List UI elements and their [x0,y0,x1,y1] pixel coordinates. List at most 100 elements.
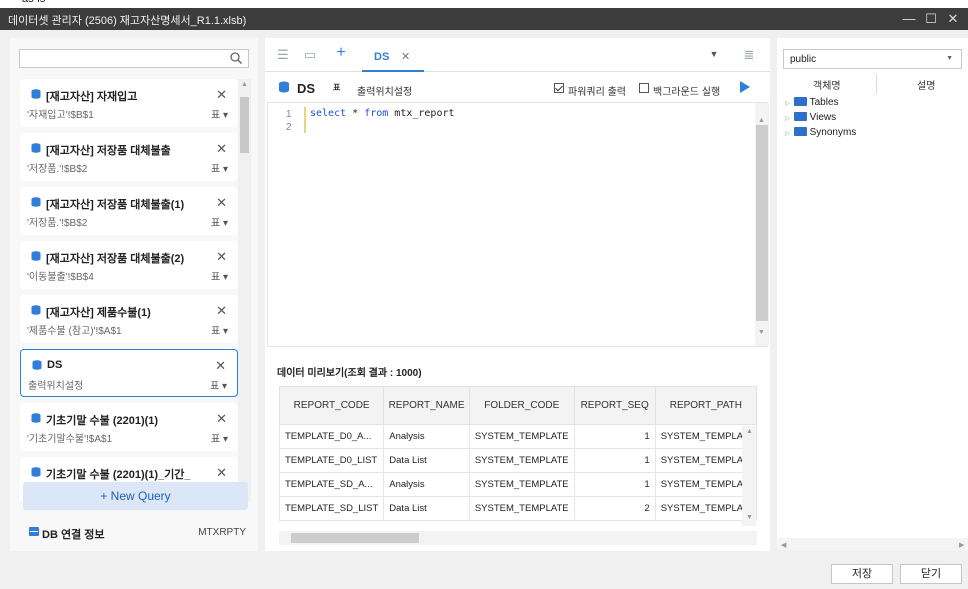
new-query-button[interactable]: + New Query [23,482,248,510]
grid-horizontal-scrollbar[interactable] [279,531,757,545]
query-item-type-dropdown[interactable]: 표 ▾ [211,214,228,229]
sql-keyword: from [364,108,389,119]
query-list-scrollbar[interactable]: ▲ ▼ [238,79,251,501]
scrollbar-thumb[interactable] [291,533,419,543]
table-cell[interactable]: TEMPLATE_SD_LIST [279,496,385,521]
scroll-left-icon[interactable]: ◀ [781,541,786,549]
close-button[interactable]: 닫기 [900,564,962,584]
query-search-input[interactable] [19,49,249,68]
table-cell[interactable]: TEMPLATE_SD_A... [279,472,385,497]
column-header[interactable]: FOLDER_CODE [468,386,575,425]
query-item-type-dropdown[interactable]: 표 ▾ [211,106,228,121]
query-item-type-dropdown[interactable]: 표 ▾ [211,268,228,283]
tree-item-synonyms[interactable]: ▷ Synonyms [785,127,856,138]
table-cell[interactable]: SYSTEM_TEMPLATE [468,472,575,497]
close-icon[interactable]: ✕ [216,411,227,427]
table-cell[interactable]: TEMPLATE_D0_A... [279,424,385,449]
scroll-up-icon[interactable]: ▲ [746,428,753,435]
table-cell[interactable]: Data List [383,496,470,521]
expand-icon[interactable]: ▷ [785,116,790,122]
table-cell[interactable]: SYSTEM_TEMPLATE [468,424,575,449]
query-item[interactable]: [재고자산] 저장품 대체불출(1) ✕ '저장품.'!$B$2 표 ▾ [20,187,238,235]
scrollbar-thumb[interactable] [756,125,768,321]
background-run-checkbox[interactable] [639,83,649,93]
query-item[interactable]: [재고자산] 저장품 대체불출(2) ✕ '이동불출'!$B$4 표 ▾ [20,241,238,289]
power-query-checkbox[interactable] [554,83,564,93]
tree-item-label: Tables [809,97,839,108]
tree-item-tables[interactable]: ▷ Tables [785,97,839,108]
minimize-icon[interactable]: — [900,10,918,28]
database-icon [31,467,41,477]
table-row[interactable]: TEMPLATE_D0_LIST Data List SYSTEM_TEMPLATE… [279,448,757,473]
table-cell[interactable]: SYSTEM_TEMPLATE [468,448,575,473]
search-icon [230,52,243,65]
save-button[interactable]: 저장 [831,564,893,584]
list-view-icon[interactable]: ≣ [741,47,757,63]
table-cell[interactable]: Data List [383,448,470,473]
table-cell[interactable]: 2 [573,496,656,521]
scroll-up-icon[interactable]: ▲ [241,81,248,88]
line-gutter: 1 2 [268,103,298,346]
table-cell[interactable]: 1 [573,424,656,449]
close-icon[interactable]: ✕ [216,303,227,319]
table-cell[interactable]: SYSTEM_TEMPLATE [468,496,575,521]
chevron-down-icon[interactable]: ▼ [706,49,722,65]
scroll-down-icon[interactable]: ▼ [758,329,765,336]
editor-panel: ☰ ▭ + DS ✕ ▼ ≣ DS 표 출력위치설정 파워쿼리 출력 백그라운드… [265,38,770,551]
expand-icon[interactable]: ▷ [785,131,790,137]
table-cell[interactable]: 1 [573,472,656,497]
query-item[interactable]: 기초기말 수불 (2201)(1) ✕ '기초기말수불'!$A$1 표 ▾ [20,403,238,451]
grid-vertical-scrollbar[interactable]: ▲ ▼ [742,426,756,526]
query-item-type-dropdown[interactable]: 표 ▾ [211,430,228,445]
output-position-label[interactable]: 출력위치설정 [357,83,412,98]
editor-scrollbar[interactable]: ▲ ▼ [755,103,769,346]
query-item-type-dropdown[interactable]: 표 ▾ [211,322,228,337]
close-icon[interactable]: ✕ [944,10,962,28]
column-header[interactable]: REPORT_SEQ [573,386,656,425]
menu-icon[interactable]: ☰ [275,47,291,63]
schema-select[interactable]: public ▼ [783,49,962,69]
scroll-right-icon[interactable]: ▶ [959,541,964,549]
table-cell[interactable]: Analysis [383,472,470,497]
object-header: 객체명 설명 [781,74,968,94]
table-cell[interactable]: Analysis [383,424,470,449]
panel-toggle-icon[interactable]: ▭ [302,47,318,63]
query-item[interactable]: [재고자산] 자재입고 ✕ '자재입고'!$B$1 표 ▾ [20,79,238,127]
scroll-up-icon[interactable]: ▲ [758,117,765,124]
expand-icon[interactable]: ▷ [785,101,790,107]
query-item-type-dropdown[interactable]: 표 ▾ [210,377,227,392]
table-row[interactable]: TEMPLATE_D0_A... Analysis SYSTEM_TEMPLATE 1… [279,424,757,449]
table-row[interactable]: TEMPLATE_SD_A... Analysis SYSTEM_TEMPLATE 1… [279,472,757,497]
table-cell[interactable]: TEMPLATE_D0_LIST [279,448,385,473]
close-icon[interactable]: ✕ [215,358,226,374]
close-icon[interactable]: ✕ [216,249,227,265]
close-tab-icon[interactable]: ✕ [401,50,410,63]
column-header[interactable]: REPORT_NAME [383,386,470,425]
run-button[interactable] [735,78,753,96]
query-item[interactable]: [재고자산] 저장품 대체불출 ✕ '저장품.'!$B$2 표 ▾ [20,133,238,181]
schema-horizontal-scrollbar[interactable]: ◀ ▶ [777,538,968,551]
scroll-down-icon[interactable]: ▼ [746,514,753,521]
db-connection-info[interactable]: DB 연결 정보 [26,526,104,542]
table-row[interactable]: TEMPLATE_SD_LIST Data List SYSTEM_TEMPLATE… [279,496,757,521]
maximize-icon[interactable]: ☐ [922,10,940,28]
column-header[interactable]: REPORT_CODE [279,386,385,425]
table-cell[interactable]: 1 [573,448,656,473]
add-tab-icon[interactable]: + [333,44,349,61]
sql-code[interactable]: select * from mtx_report [310,108,455,119]
database-icon [279,81,289,93]
close-icon[interactable]: ✕ [216,87,227,103]
scrollbar-thumb[interactable] [240,97,249,153]
query-item[interactable]: DS ✕ 출력위치설정 표 ▾ [20,349,238,397]
close-icon[interactable]: ✕ [216,141,227,157]
column-header[interactable]: REPORT_PATH [654,386,757,425]
tree-item-views[interactable]: ▷ Views [785,112,836,123]
tab-ds[interactable]: DS ✕ [362,38,424,72]
close-icon[interactable]: ✕ [216,195,227,211]
query-item-target: '저장품.'!$B$2 [27,218,88,229]
folder-icon [793,127,807,136]
close-icon[interactable]: ✕ [216,465,227,481]
query-item[interactable]: [재고자산] 제품수불(1) ✕ '제품수불 (참고)'!$A$1 표 ▾ [20,295,238,343]
sql-editor[interactable]: 1 2 select * from mtx_report ▲ ▼ [267,102,769,347]
query-item-type-dropdown[interactable]: 표 ▾ [211,160,228,175]
